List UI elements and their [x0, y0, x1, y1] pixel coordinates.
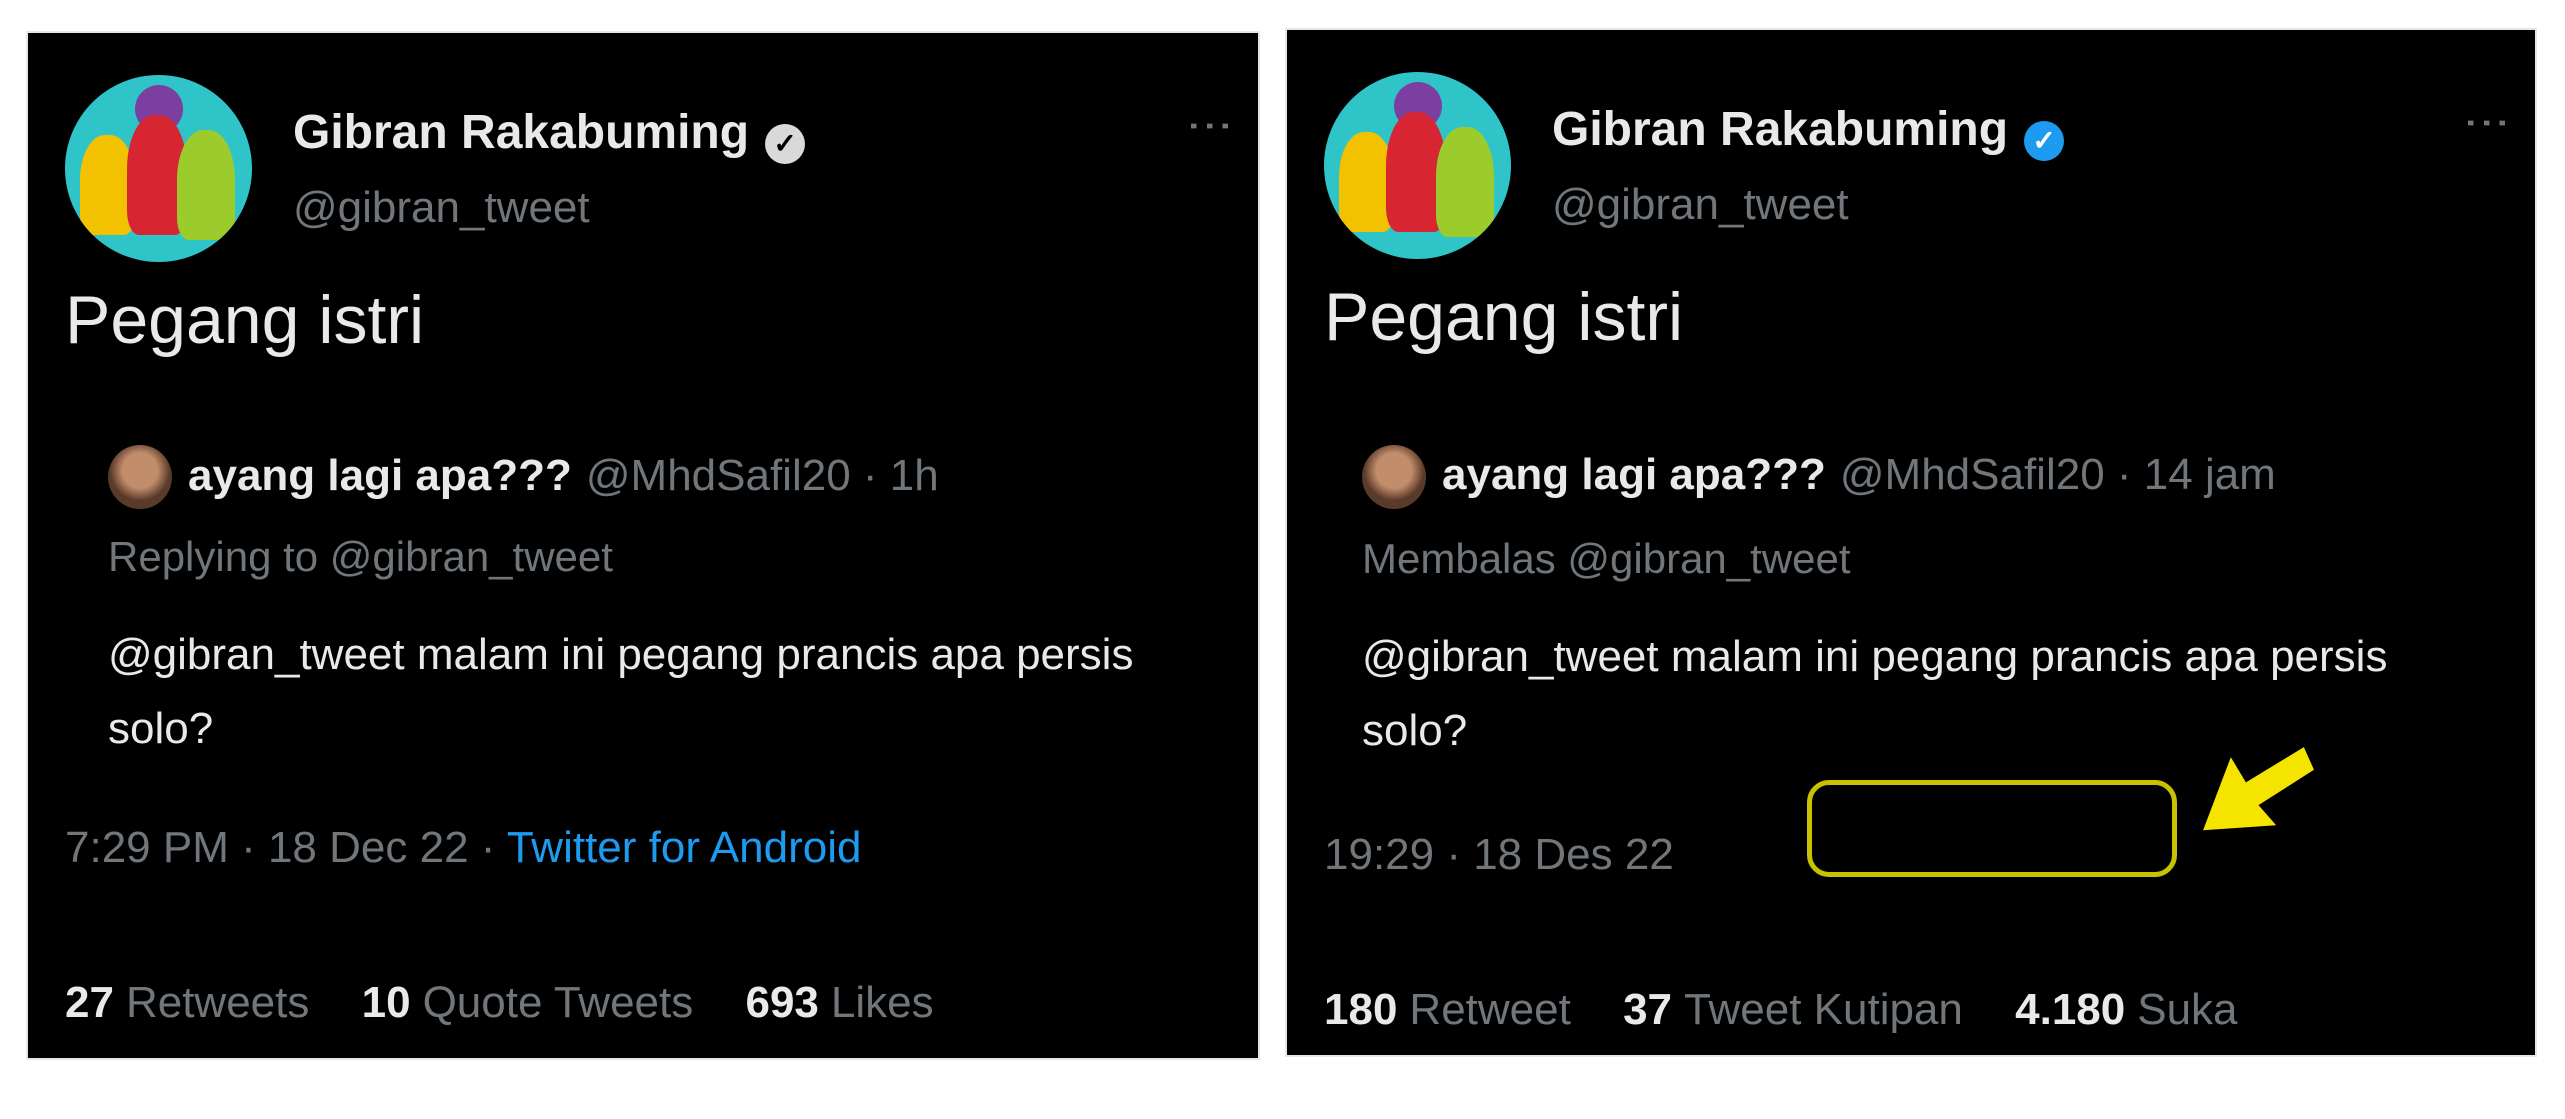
- tweet-card-left: Gibran Rakabuming ✓ @gibran_tweet ⋮ Pegan…: [28, 33, 1258, 1058]
- quote-tweets-count: 37: [1623, 985, 1673, 1034]
- tweet-timestamp[interactable]: 19:29 · 18 Des 22: [1324, 830, 1674, 880]
- author-name-row: Gibran Rakabuming ✓: [1552, 102, 2065, 161]
- highlight-box-annotation: [1807, 780, 2177, 877]
- quote-author-name[interactable]: ayang lagi apa???: [1442, 450, 1826, 499]
- author-handle[interactable]: @gibran_tweet: [293, 183, 590, 233]
- retweets-count: 27: [65, 978, 114, 1027]
- more-options-icon[interactable]: ⋮: [1185, 103, 1237, 145]
- retweets-stat[interactable]: 27 Retweets: [65, 978, 309, 1027]
- quote-author-meta: @MhdSafil20 · 14 jam: [1839, 450, 2276, 499]
- author-name[interactable]: Gibran Rakabuming: [293, 106, 749, 159]
- yellow-arrow-annotation-icon: [2203, 747, 2314, 831]
- verified-badge-icon: ✓: [765, 124, 806, 164]
- tweet-timestamp-row: 7:29 PM · 18 Dec 22 · Twitter for Androi…: [65, 823, 861, 873]
- retweets-count: 180: [1324, 985, 1398, 1034]
- likes-count: 4.180: [2015, 985, 2126, 1034]
- quote-tweets-label: Tweet Kutipan: [1684, 985, 1963, 1034]
- retweets-label: Retweets: [125, 978, 310, 1027]
- likes-count: 693: [745, 978, 819, 1027]
- tweet-card-right: Gibran Rakabuming ✓ @gibran_tweet ⋮ Pegan…: [1287, 30, 2535, 1055]
- quote-tweets-count: 10: [361, 978, 411, 1027]
- replying-to-text: Replying to @gibran_tweet: [108, 533, 613, 580]
- tweet-source-link[interactable]: Twitter for Android: [507, 823, 862, 872]
- quote-header: ayang lagi apa??? @MhdSafil20 · 14 jam: [1442, 450, 2276, 500]
- likes-label: Likes: [830, 978, 934, 1027]
- tweet-text: Pegang istri: [1324, 279, 1684, 355]
- quote-body: @gibran_tweet malam ini pegang prancis a…: [108, 630, 1134, 753]
- quote-tweets-stat[interactable]: 10 Quote Tweets: [362, 978, 694, 1027]
- likes-stat[interactable]: 693 Likes: [745, 978, 933, 1027]
- verified-badge-icon: ✓: [2024, 121, 2065, 161]
- author-handle[interactable]: @gibran_tweet: [1552, 180, 1849, 230]
- quote-author-avatar[interactable]: [108, 445, 172, 509]
- author-name-row: Gibran Rakabuming ✓: [293, 105, 806, 164]
- more-options-icon[interactable]: ⋮: [2462, 100, 2514, 142]
- tweet-timestamp[interactable]: 7:29 PM · 18 Dec 22 ·: [65, 823, 507, 872]
- author-avatar[interactable]: [1324, 72, 1511, 259]
- author-name[interactable]: Gibran Rakabuming: [1552, 103, 2008, 156]
- author-avatar[interactable]: [65, 75, 252, 262]
- likes-stat[interactable]: 4.180 Suka: [2015, 985, 2237, 1034]
- likes-label: Suka: [2137, 985, 2238, 1034]
- retweets-stat[interactable]: 180 Retweet: [1324, 985, 1571, 1034]
- tweet-stats: 27 Retweets 10 Quote Tweets 693 Likes: [65, 978, 974, 1028]
- quote-tweets-stat[interactable]: 37 Tweet Kutipan: [1623, 985, 1963, 1034]
- quote-author-name[interactable]: ayang lagi apa???: [188, 451, 572, 500]
- retweets-label: Retweet: [1409, 985, 1571, 1034]
- quote-author-meta: @MhdSafil20 · 1h: [585, 451, 939, 500]
- tweet-stats: 180 Retweet 37 Tweet Kutipan 4.180 Suka: [1324, 985, 2278, 1035]
- tweet-text: Pegang istri: [65, 282, 425, 358]
- quote-header: ayang lagi apa??? @MhdSafil20 · 1h: [188, 451, 939, 501]
- replying-to-text: Membalas @gibran_tweet: [1362, 535, 1851, 582]
- quote-author-avatar[interactable]: [1362, 445, 1426, 509]
- quote-tweets-label: Quote Tweets: [422, 978, 694, 1027]
